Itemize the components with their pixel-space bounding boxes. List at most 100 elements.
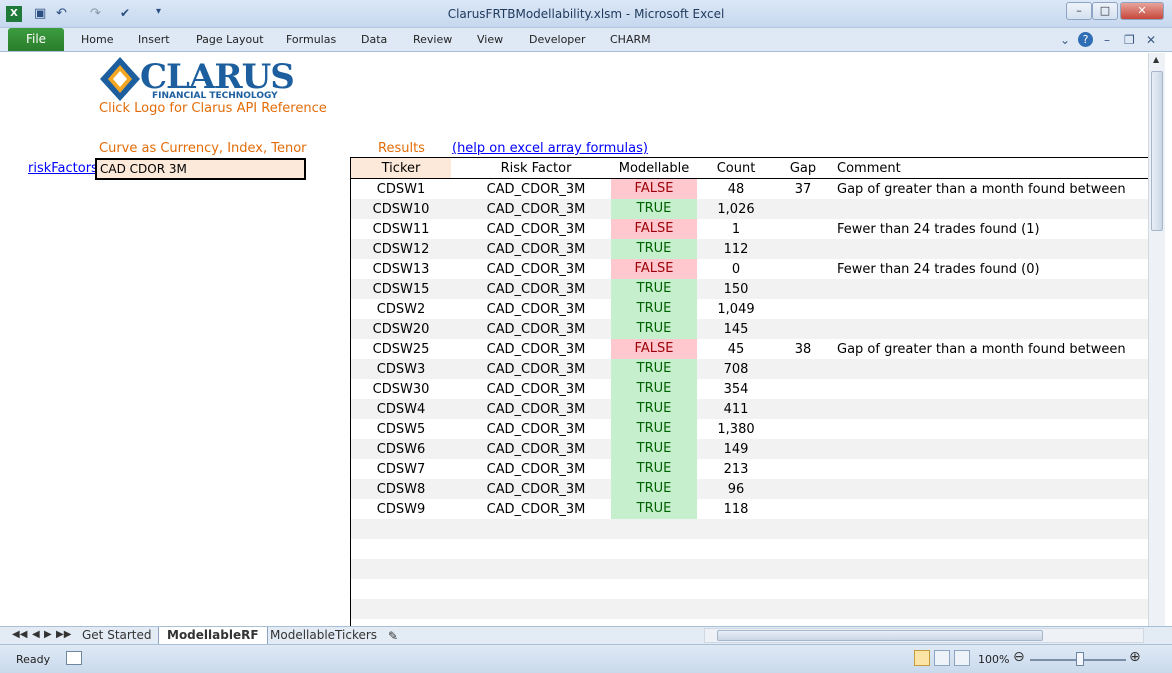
prev-sheet-icon[interactable]: ◀ [32, 629, 40, 640]
risk-factor-cell[interactable]: CAD_CDOR_3M [461, 462, 611, 477]
risk-factor-cell[interactable]: CAD_CDOR_3M [461, 222, 611, 237]
horizontal-scroll-thumb[interactable] [717, 630, 1043, 641]
sheet-tab-modellablerf[interactable]: ModellableRF [158, 627, 268, 645]
modellable-cell[interactable]: TRUE [611, 319, 697, 339]
count-cell[interactable]: 1,049 [697, 302, 775, 317]
ticker-cell[interactable]: CDSW13 [351, 262, 451, 277]
risk-factor-cell[interactable]: CAD_CDOR_3M [461, 402, 611, 417]
tab-developer[interactable]: Developer [529, 33, 586, 46]
last-sheet-icon[interactable]: ▶▶ [56, 629, 71, 640]
modellable-cell[interactable]: TRUE [611, 439, 697, 459]
risk-factor-cell[interactable]: CAD_CDOR_3M [461, 182, 611, 197]
sheet-tab-modellabletickers[interactable]: ModellableTickers [262, 627, 385, 645]
logo-link-text[interactable]: Click Logo for Clarus API Reference [99, 101, 327, 116]
modellable-cell[interactable]: FALSE [611, 219, 697, 239]
modellable-cell[interactable]: TRUE [611, 359, 697, 379]
count-cell[interactable]: 145 [697, 322, 775, 337]
risk-factor-cell[interactable]: CAD_CDOR_3M [461, 242, 611, 257]
risk-factor-cell[interactable]: CAD_CDOR_3M [461, 302, 611, 317]
risk-factor-cell[interactable]: CAD_CDOR_3M [461, 482, 611, 497]
maximize-button[interactable]: □ [1092, 2, 1118, 20]
modellable-cell[interactable]: TRUE [611, 279, 697, 299]
modellable-cell[interactable]: TRUE [611, 459, 697, 479]
ticker-cell[interactable]: CDSW3 [351, 362, 451, 377]
file-tab[interactable]: File [8, 28, 64, 51]
risk-factor-cell[interactable]: CAD_CDOR_3M [461, 442, 611, 457]
ticker-cell[interactable]: CDSW6 [351, 442, 451, 457]
vertical-scrollbar[interactable]: ▲ [1148, 53, 1165, 626]
modellable-cell[interactable]: FALSE [611, 259, 697, 279]
count-cell[interactable]: 150 [697, 282, 775, 297]
ticker-cell[interactable]: CDSW12 [351, 242, 451, 257]
count-cell[interactable]: 48 [697, 182, 775, 197]
insert-sheet-icon[interactable]: ✎ [388, 629, 398, 643]
first-sheet-icon[interactable]: ◀◀ [12, 629, 27, 640]
zoom-in-icon[interactable]: ⊕ [1129, 649, 1141, 665]
comment-cell[interactable]: Fewer than 24 trades found (1) [837, 222, 1148, 237]
clarus-logo[interactable]: CLARUS FINANCIAL TECHNOLOGY [98, 53, 295, 103]
modellable-cell[interactable]: TRUE [611, 299, 697, 319]
scroll-up-icon[interactable]: ▲ [1153, 55, 1159, 64]
count-cell[interactable]: 96 [697, 482, 775, 497]
risk-factors-input[interactable]: CAD CDOR 3M [95, 158, 306, 180]
count-cell[interactable]: 112 [697, 242, 775, 257]
count-cell[interactable]: 213 [697, 462, 775, 477]
modellable-cell[interactable]: TRUE [611, 239, 697, 259]
ticker-cell[interactable]: CDSW2 [351, 302, 451, 317]
comment-cell[interactable]: Fewer than 24 trades found (0) [837, 262, 1148, 277]
tab-charm[interactable]: CHARM [610, 33, 651, 46]
horizontal-scrollbar[interactable] [704, 628, 1144, 643]
zoom-level[interactable]: 100% [978, 653, 1009, 666]
page-break-view-icon[interactable] [954, 650, 970, 666]
count-cell[interactable]: 411 [697, 402, 775, 417]
tab-home[interactable]: Home [81, 33, 113, 46]
risk-factor-cell[interactable]: CAD_CDOR_3M [461, 282, 611, 297]
ticker-cell[interactable]: CDSW4 [351, 402, 451, 417]
count-cell[interactable]: 0 [697, 262, 775, 277]
ticker-cell[interactable]: CDSW11 [351, 222, 451, 237]
gap-cell[interactable]: 37 [775, 182, 831, 197]
minimize-button[interactable]: – [1066, 2, 1092, 20]
ticker-cell[interactable]: CDSW25 [351, 342, 451, 357]
ticker-cell[interactable]: CDSW9 [351, 502, 451, 517]
close-button[interactable]: ✕ [1120, 2, 1164, 20]
normal-view-icon[interactable] [914, 650, 930, 666]
tab-view[interactable]: View [477, 33, 503, 46]
tab-page-layout[interactable]: Page Layout [196, 33, 264, 46]
count-cell[interactable]: 708 [697, 362, 775, 377]
tab-data[interactable]: Data [361, 33, 387, 46]
modellable-cell[interactable]: TRUE [611, 499, 697, 519]
risk-factor-cell[interactable]: CAD_CDOR_3M [461, 502, 611, 517]
modellable-cell[interactable]: TRUE [611, 479, 697, 499]
risk-factor-cell[interactable]: CAD_CDOR_3M [461, 382, 611, 397]
risk-factor-cell[interactable]: CAD_CDOR_3M [461, 362, 611, 377]
modellable-cell[interactable]: TRUE [611, 199, 697, 219]
modellable-cell[interactable]: TRUE [611, 379, 697, 399]
page-layout-view-icon[interactable] [934, 650, 950, 666]
ribbon-collapse-icon[interactable]: ⌄ [1060, 33, 1070, 47]
sheet-tab-get-started[interactable]: Get Started [74, 627, 160, 645]
count-cell[interactable]: 1,026 [697, 202, 775, 217]
workbook-restore-icon[interactable]: ❐ [1124, 33, 1135, 47]
zoom-out-icon[interactable]: ⊖ [1013, 649, 1025, 665]
tab-insert[interactable]: Insert [138, 33, 170, 46]
clarus-logo-icon[interactable] [98, 55, 142, 103]
risk-factor-cell[interactable]: CAD_CDOR_3M [461, 262, 611, 277]
risk-factors-link[interactable]: riskFactors [28, 161, 98, 176]
help-array-formulas-link[interactable]: (help on excel array formulas) [452, 141, 648, 156]
ticker-cell[interactable]: CDSW8 [351, 482, 451, 497]
modellable-cell[interactable]: FALSE [611, 179, 697, 199]
worksheet[interactable]: CLARUS FINANCIAL TECHNOLOGY Click Logo f… [8, 53, 1148, 626]
workbook-close-icon[interactable]: ✕ [1146, 33, 1156, 47]
modellable-cell[interactable]: TRUE [611, 399, 697, 419]
count-cell[interactable]: 118 [697, 502, 775, 517]
count-cell[interactable]: 1 [697, 222, 775, 237]
macro-record-icon[interactable] [66, 651, 82, 665]
modellable-cell[interactable]: TRUE [611, 419, 697, 439]
modellable-cell[interactable]: FALSE [611, 339, 697, 359]
help-icon[interactable]: ? [1078, 32, 1093, 47]
ticker-cell[interactable]: CDSW15 [351, 282, 451, 297]
ticker-cell[interactable]: CDSW1 [351, 182, 451, 197]
tab-formulas[interactable]: Formulas [286, 33, 336, 46]
ticker-cell[interactable]: CDSW5 [351, 422, 451, 437]
